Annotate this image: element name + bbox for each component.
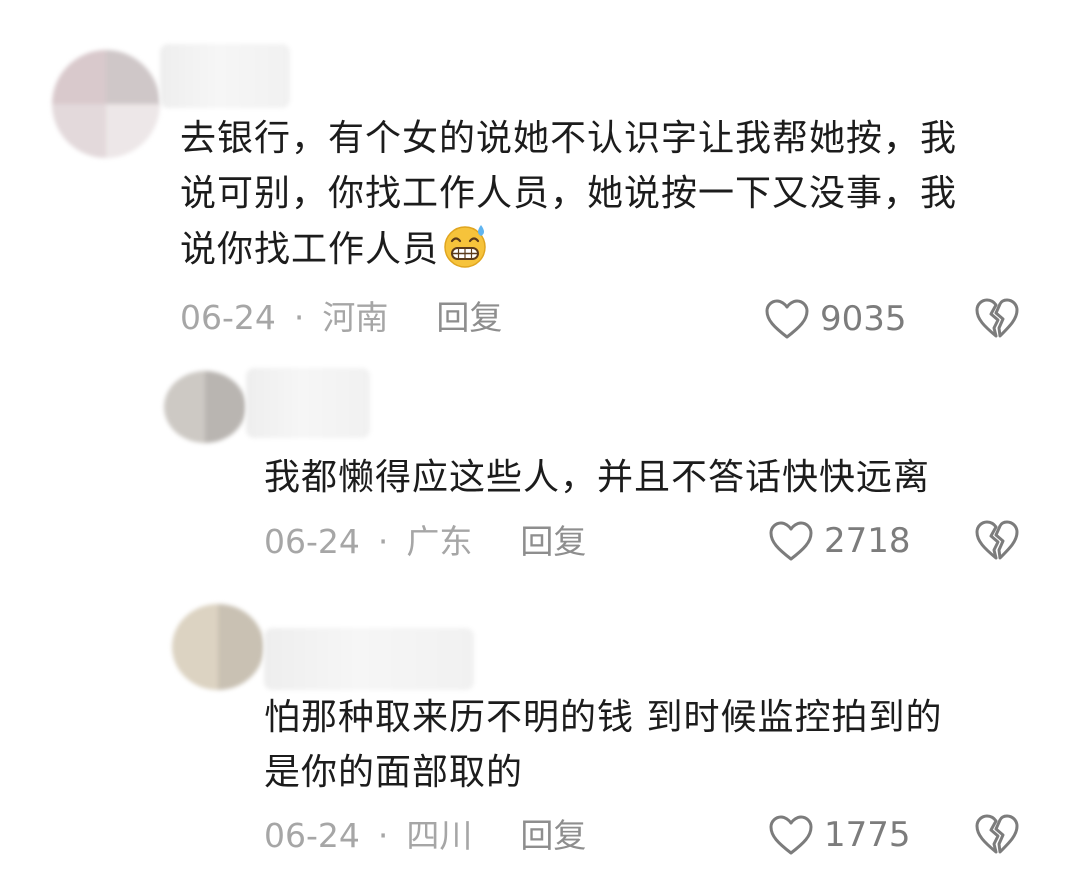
heart-outline-icon [769, 815, 813, 855]
comment-date: 06-24 [264, 816, 360, 855]
broken-heart-icon[interactable] [974, 812, 1020, 856]
like-count: 1775 [824, 815, 911, 855]
reply-comment-item: 怕那种取来历不明的钱 到时候监控拍到的 是你的面部取的 06-24 · 四川 回复 1… [0, 0, 1076, 892]
avatar[interactable] [172, 604, 264, 690]
meta-separator: · [377, 816, 389, 855]
reply-button[interactable]: 回复 [520, 816, 586, 855]
comment-meta: 06-24 · 四川 回复 [264, 816, 586, 856]
like-button[interactable]: 1775 [768, 814, 911, 856]
comment-text: 怕那种取来历不明的钱 到时候监控拍到的 是你的面部取的 [264, 697, 943, 793]
username-redacted[interactable] [264, 628, 474, 690]
comment-location: 四川 [406, 816, 473, 855]
